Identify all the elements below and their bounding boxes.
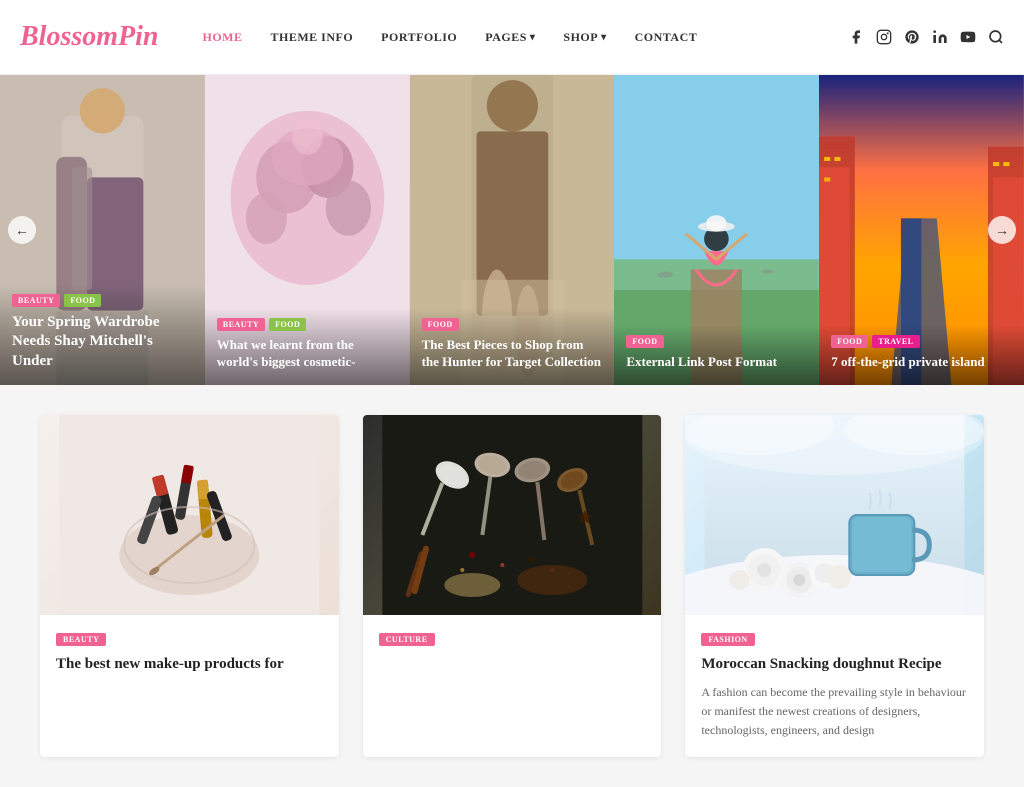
post-card-1-title: The best new make-up products for: [56, 654, 323, 675]
nav-pages[interactable]: PAGES ▾: [471, 0, 549, 75]
post-card-3-image: [685, 415, 984, 615]
slide-5-overlay: FOOD TRAVEL 7 off-the-grid private islan…: [819, 325, 1024, 385]
slide-1-tag-food: FOOD: [64, 294, 101, 307]
slider-next-button[interactable]: →: [988, 216, 1016, 244]
slide-4[interactable]: FOOD External Link Post Format: [614, 75, 819, 385]
slide-4-title: External Link Post Format: [626, 354, 807, 371]
slide-4-tag-food: FOOD: [626, 335, 663, 348]
post-card-1[interactable]: BEAUTY The best new make-up products for: [40, 415, 339, 757]
main-nav: HOME THEME INFO PORTFOLIO PAGES ▾ SHOP ▾…: [189, 0, 849, 75]
slide-2-tag-food: FOOD: [269, 318, 306, 331]
nav-shop[interactable]: SHOP ▾: [549, 0, 620, 75]
pages-chevron-icon: ▾: [530, 32, 536, 43]
posts-grid: BEAUTY The best new make-up products for: [40, 415, 984, 757]
slide-1-title: Your Spring Wardrobe Needs Shay Mitchell…: [12, 313, 193, 372]
youtube-icon[interactable]: [960, 29, 976, 45]
slide-1-overlay: BEAUTY FOOD Your Spring Wardrobe Needs S…: [0, 284, 205, 386]
post-card-3-excerpt: A fashion can become the prevailing styl…: [701, 683, 968, 741]
slide-5[interactable]: FOOD TRAVEL 7 off-the-grid private islan…: [819, 75, 1024, 385]
search-icon[interactable]: [988, 29, 1004, 45]
post-card-2-tag: CULTURE: [379, 633, 435, 646]
post-card-1-image: [40, 415, 339, 615]
post-card-2-image: [363, 415, 662, 615]
slide-2[interactable]: BEAUTY FOOD What we learnt from the worl…: [205, 75, 410, 385]
slider-prev-button[interactable]: ←: [8, 216, 36, 244]
logo-accent: Pin: [118, 21, 158, 52]
slide-2-title: What we learnt from the world's biggest …: [217, 337, 398, 371]
slide-4-overlay: FOOD External Link Post Format: [614, 325, 819, 385]
slide-5-tag-food: FOOD: [831, 335, 868, 348]
post-card-3-body: FASHION Moroccan Snacking doughnut Recip…: [685, 615, 984, 757]
pinterest-icon[interactable]: [904, 29, 920, 45]
main-content: BEAUTY The best new make-up products for: [0, 385, 1024, 787]
facebook-icon[interactable]: [848, 29, 864, 45]
slide-5-tag-travel: TRAVEL: [872, 335, 919, 348]
post-card-2-body: CULTURE: [363, 615, 662, 670]
post-card-2[interactable]: CULTURE: [363, 415, 662, 757]
logo[interactable]: BlossomPin: [20, 21, 159, 53]
slide-3[interactable]: FOOD The Best Pieces to Shop from the Hu…: [410, 75, 615, 385]
slide-1[interactable]: BEAUTY FOOD Your Spring Wardrobe Needs S…: [0, 75, 205, 385]
header-social-icons: [848, 29, 1004, 45]
slide-1-tag-beauty: BEAUTY: [12, 294, 60, 307]
hero-slider: BEAUTY FOOD Your Spring Wardrobe Needs S…: [0, 75, 1024, 385]
post-card-3[interactable]: FASHION Moroccan Snacking doughnut Recip…: [685, 415, 984, 757]
linkedin-icon[interactable]: [932, 29, 948, 45]
slide-2-tag-beauty: BEAUTY: [217, 318, 265, 331]
nav-contact[interactable]: CONTACT: [621, 0, 712, 75]
logo-text: Blossom: [20, 21, 118, 52]
nav-theme-info[interactable]: THEME INFO: [257, 0, 368, 75]
slide-3-overlay: FOOD The Best Pieces to Shop from the Hu…: [410, 308, 615, 385]
slide-3-title: The Best Pieces to Shop from the Hunter …: [422, 337, 603, 371]
slide-2-overlay: BEAUTY FOOD What we learnt from the worl…: [205, 308, 410, 385]
slide-3-tag-food: FOOD: [422, 318, 459, 331]
post-card-1-body: BEAUTY The best new make-up products for: [40, 615, 339, 699]
post-card-1-tag: BEAUTY: [56, 633, 106, 646]
nav-home[interactable]: HOME: [189, 0, 257, 75]
shop-chevron-icon: ▾: [601, 32, 607, 43]
instagram-icon[interactable]: [876, 29, 892, 45]
post-card-3-title: Moroccan Snacking doughnut Recipe: [701, 654, 968, 675]
header: BlossomPin HOME THEME INFO PORTFOLIO PAG…: [0, 0, 1024, 75]
post-card-3-tag: FASHION: [701, 633, 754, 646]
slide-5-title: 7 off-the-grid private island: [831, 354, 1012, 371]
nav-portfolio[interactable]: PORTFOLIO: [367, 0, 471, 75]
